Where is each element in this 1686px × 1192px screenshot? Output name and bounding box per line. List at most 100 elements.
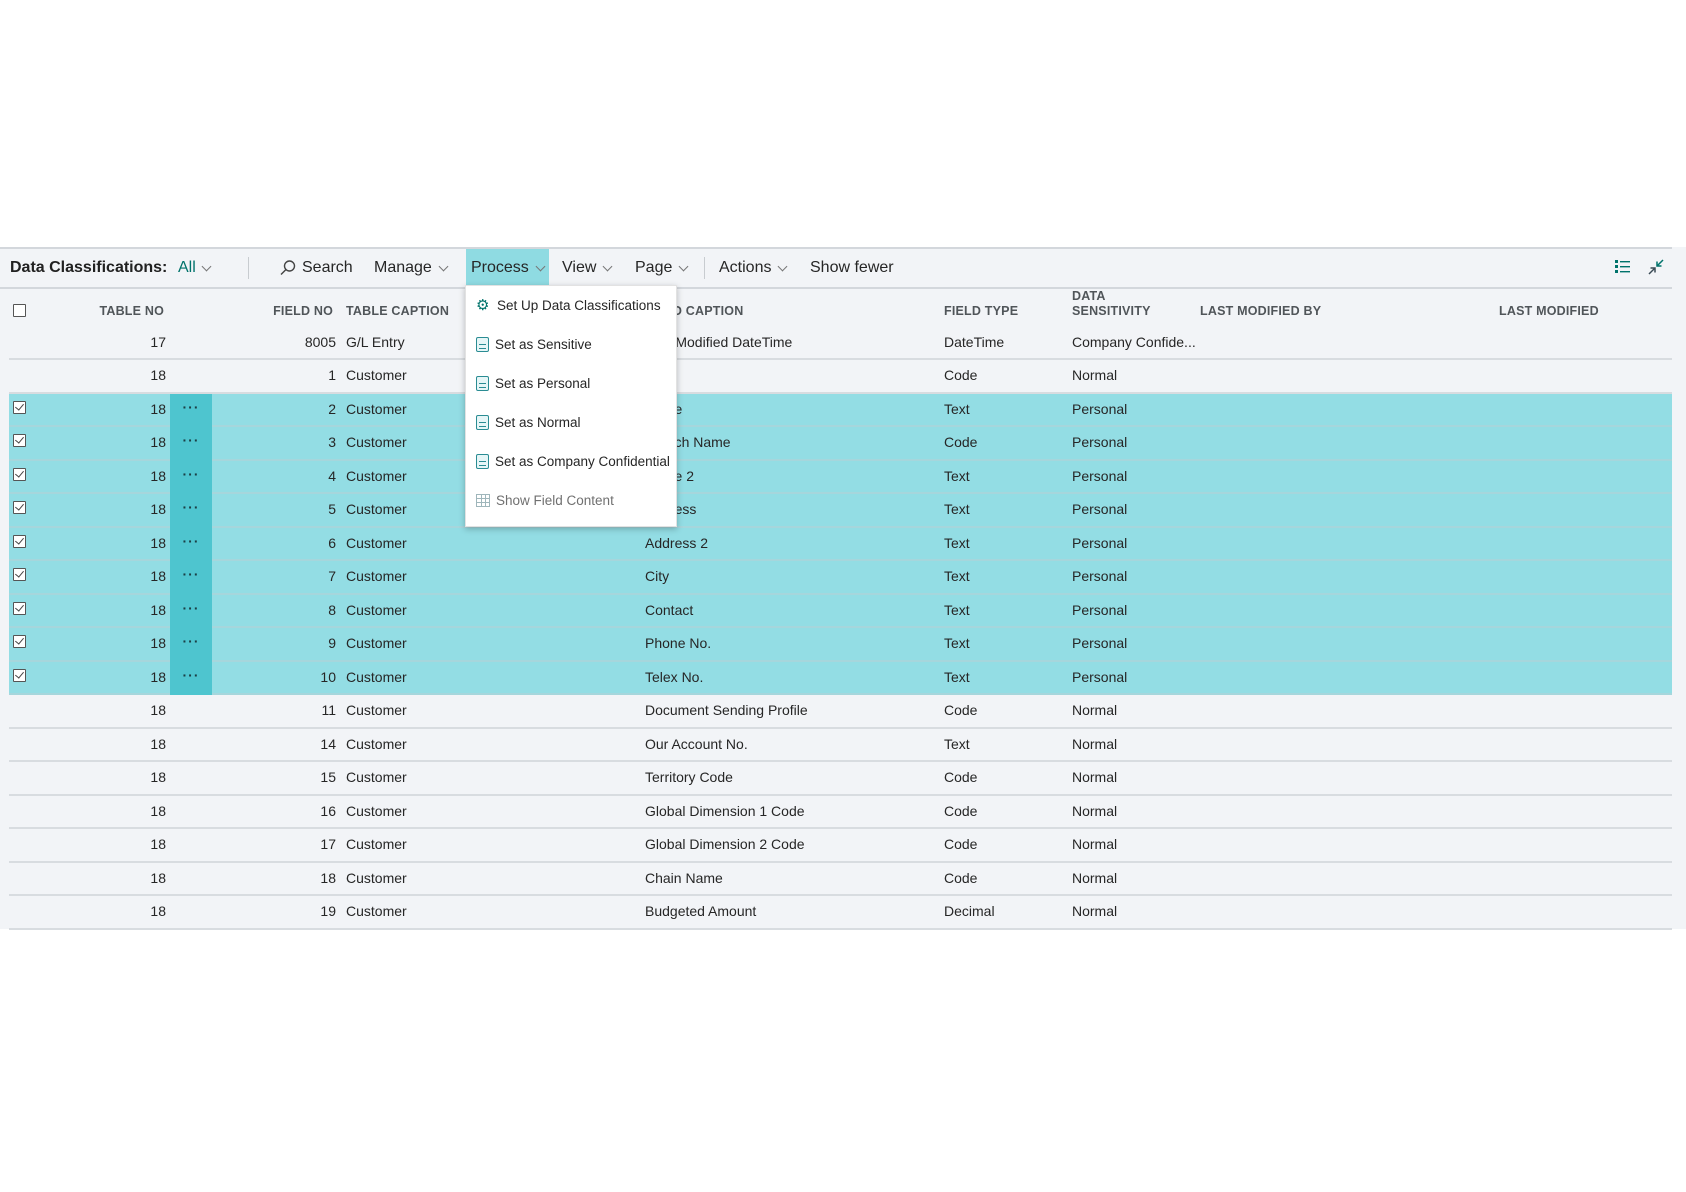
page-menu[interactable]: Page (630, 249, 692, 287)
cell-data-sensitivity[interactable]: Normal (1072, 769, 1117, 785)
cell-data-sensitivity[interactable]: Normal (1072, 870, 1117, 886)
table-row[interactable]: ··· 18 10 Customer Telex No. Text Personal (9, 661, 1672, 695)
cell-data-sensitivity[interactable]: Normal (1072, 803, 1117, 819)
table-row[interactable]: 18 11 Customer Document Sending Profile Code… (9, 695, 1672, 729)
column-header-field-no[interactable]: FIELD NO (229, 304, 333, 319)
cell-field-caption: Budgeted Amount (645, 903, 757, 919)
column-header-table-caption[interactable]: TABLE CAPTION (346, 304, 449, 319)
row-actions-button[interactable]: ··· (170, 661, 212, 695)
cell-data-sensitivity[interactable]: Company Confide... (1072, 334, 1196, 350)
column-header-last-modified[interactable]: LAST MODIFIED (1499, 304, 1599, 319)
process-dropdown-menu: ⚙ Set Up Data Classifications Set as Sensi… (465, 285, 677, 527)
gears-icon: ⚙ (476, 297, 490, 314)
cell-table-no: 18 (150, 601, 166, 618)
row-checkbox[interactable] (13, 601, 26, 615)
table-row[interactable]: ···185CustomerAddressTextPersonal (9, 494, 1672, 528)
cell-table-no: 18 (150, 434, 166, 450)
row-actions-button[interactable]: ··· (170, 427, 212, 461)
table-row[interactable]: ···182CustomerNameTextPersonal (9, 393, 1672, 427)
row-actions-button[interactable]: ··· (170, 460, 212, 494)
column-header-data-sensitivity-line2: SENSITIVITY (1072, 304, 1151, 318)
manage-menu[interactable]: Manage (369, 249, 452, 287)
cell-data-sensitivity[interactable]: Normal (1072, 702, 1117, 718)
table-row[interactable]: 18 18 Customer Chain Name Code Normal (9, 863, 1672, 896)
menu-item[interactable]: Set as Normal (476, 415, 581, 430)
table-row[interactable]: 181CustomerNo.CodeNormal (9, 360, 1672, 394)
column-header-last-modified-by[interactable]: LAST MODIFIED BY (1200, 304, 1321, 319)
cell-table-caption: Customer (346, 434, 407, 450)
cell-data-sensitivity[interactable]: Personal (1072, 535, 1127, 551)
view-menu[interactable]: View (557, 249, 616, 287)
cell-data-sensitivity[interactable]: Personal (1072, 501, 1127, 517)
table-row[interactable]: 18 17 Customer Global Dimension 2 Code Code N… (9, 829, 1672, 863)
row-checkbox[interactable] (13, 668, 26, 682)
table-row[interactable]: ··· 18 6 Customer Address 2 Text Personal (9, 527, 1672, 561)
table-row[interactable]: ··· 18 3 Customer Search Name Code Personal (9, 427, 1672, 461)
row-checkbox[interactable] (13, 467, 26, 481)
row-actions-button[interactable]: ··· (170, 527, 212, 561)
row-checkbox[interactable] (13, 400, 26, 414)
table-row[interactable]: ··· 18 8 Customer Contact Text Personal (9, 594, 1672, 628)
cell-data-sensitivity[interactable]: Personal (1072, 568, 1127, 584)
column-header-field-type[interactable]: FIELD TYPE (944, 304, 1018, 319)
table-row[interactable]: ··· 18 9 Customer Phone No. Text Personal (9, 628, 1672, 662)
collapse-icon[interactable] (1648, 259, 1664, 280)
column-header-data-sensitivity[interactable]: DATA SENSITIVITY (1072, 289, 1151, 319)
cell-data-sensitivity[interactable]: Personal (1072, 669, 1127, 685)
cell-data-sensitivity[interactable]: Normal (1072, 736, 1117, 752)
grid-header: TABLE NO FIELD NO TABLE CAPTION FIELD CA… (9, 287, 1672, 360)
cell-data-sensitivity[interactable]: Personal (1072, 635, 1127, 651)
cell-table-caption: Customer (346, 903, 407, 919)
menu-item[interactable]: Set as Sensitive (476, 337, 592, 352)
cell-table-no: 18 (150, 568, 166, 584)
cell-field-no: 15 (320, 769, 336, 785)
cell-data-sensitivity[interactable]: Personal (1072, 602, 1127, 618)
menu-item[interactable]: Show Field Content (476, 493, 614, 508)
cell-field-caption: Territory Code (645, 769, 733, 785)
row-actions-button[interactable]: ··· (170, 393, 212, 427)
cell-table-no: 18 (150, 367, 166, 383)
cell-field-no: 6 (328, 534, 336, 551)
actions-menu[interactable]: Actions (714, 249, 791, 287)
table-row[interactable]: 18 16 Customer Global Dimension 1 Code Code N… (9, 796, 1672, 829)
cell-data-sensitivity[interactable]: Normal (1072, 367, 1117, 383)
cell-field-no: 14 (320, 735, 336, 752)
cell-data-sensitivity[interactable]: Normal (1072, 836, 1117, 852)
row-actions-button[interactable]: ··· (170, 628, 212, 662)
show-fewer-button[interactable]: Show fewer (805, 249, 899, 287)
chevron-down-icon (602, 261, 613, 271)
column-header-table-no[interactable]: TABLE NO (69, 304, 164, 319)
row-checkbox[interactable] (13, 568, 26, 581)
row-actions-button[interactable]: ··· (170, 594, 212, 628)
table-row[interactable]: ···184CustomerName 2TextPersonal (9, 460, 1672, 494)
cell-field-type: Code (944, 702, 978, 718)
cell-data-sensitivity[interactable]: Normal (1072, 903, 1117, 919)
view-filter-dropdown[interactable]: All (178, 259, 212, 277)
row-checkbox[interactable] (13, 434, 26, 447)
cell-field-no: 5 (328, 501, 336, 517)
row-actions-button[interactable]: ··· (170, 561, 212, 595)
table-row[interactable]: ··· 18 7 Customer City Text Personal (9, 561, 1672, 595)
cell-table-caption: Customer (346, 467, 407, 484)
list-view-icon[interactable] (1615, 259, 1631, 278)
cell-data-sensitivity[interactable]: Personal (1072, 468, 1127, 484)
table-row[interactable]: 18 14 Customer Our Account No. Text Normal (9, 729, 1672, 762)
row-checkbox[interactable] (13, 635, 26, 648)
menu-item[interactable]: Set as Personal (476, 376, 590, 391)
cell-data-sensitivity[interactable]: Personal (1072, 434, 1127, 450)
process-menu[interactable]: Process (466, 249, 549, 287)
action-bar: Data Classifications: All Search Manage … (0, 247, 1672, 289)
menu-item[interactable]: ⚙ Set Up Data Classifications (476, 298, 661, 313)
search-button[interactable]: Search (274, 249, 358, 287)
cell-table-no: 18 (150, 769, 166, 785)
table-row[interactable]: 18 19 Customer Budgeted Amount Decimal Normal (9, 896, 1672, 930)
row-checkbox[interactable] (13, 501, 26, 514)
cell-data-sensitivity[interactable]: Personal (1072, 401, 1127, 417)
select-all-checkbox[interactable] (13, 304, 26, 317)
row-actions-button[interactable]: ··· (170, 494, 212, 528)
row-checkbox[interactable] (13, 534, 26, 548)
menu-item-label: Set as Sensitive (495, 337, 592, 352)
table-row[interactable]: 18 15 Customer Territory Code Code Normal (9, 762, 1672, 796)
cell-field-caption: Our Account No. (645, 735, 748, 752)
menu-item[interactable]: Set as Company Confidential (476, 454, 670, 469)
